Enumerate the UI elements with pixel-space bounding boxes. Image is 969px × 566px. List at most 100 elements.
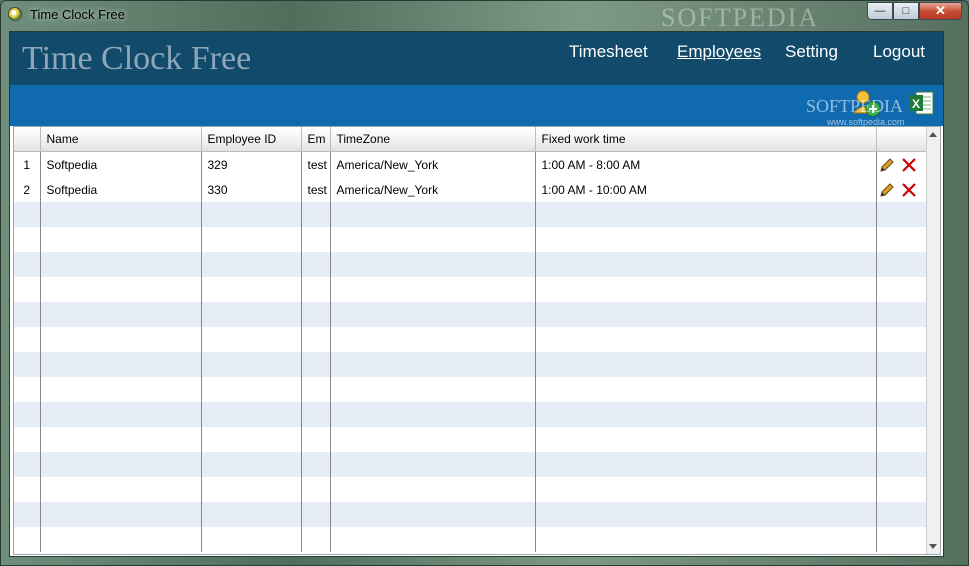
empty-cell — [14, 477, 41, 502]
empty-cell — [40, 402, 202, 427]
empty-cell — [40, 502, 202, 527]
empty-cell — [40, 352, 202, 377]
empty-cell — [40, 527, 202, 552]
empty-cell — [535, 527, 877, 552]
empty-cell — [40, 427, 202, 452]
empty-cell — [40, 277, 202, 302]
empty-cell — [40, 477, 202, 502]
empty-cell — [330, 277, 536, 302]
empty-cell — [301, 452, 331, 477]
edit-icon[interactable] — [879, 157, 895, 173]
maximize-icon: □ — [902, 5, 910, 17]
empty-cell — [301, 327, 331, 352]
empty-cell — [301, 277, 331, 302]
empty-cell — [330, 527, 536, 552]
empty-row — [14, 477, 940, 502]
export-excel-button[interactable]: X — [907, 89, 935, 117]
delete-icon[interactable] — [901, 182, 917, 198]
col-em-header[interactable]: Em — [301, 127, 331, 152]
empty-cell — [330, 377, 536, 402]
close-button[interactable]: ✕ — [919, 2, 962, 20]
empty-cell — [330, 302, 536, 327]
empty-cell — [40, 252, 202, 277]
table-row[interactable]: 1 Softpedia 329 test America/New_York 1:… — [14, 151, 940, 177]
app-header: Time Clock Free Timesheet Employees Sett… — [10, 32, 943, 85]
scroll-down-icon[interactable] — [929, 544, 937, 549]
empty-cell — [201, 502, 302, 527]
empty-cell — [535, 402, 877, 427]
empty-cell — [330, 452, 536, 477]
empty-row — [14, 502, 940, 527]
watermark-url: www.softpedia.com — [827, 117, 905, 127]
empty-cell — [330, 252, 536, 277]
empty-cell — [14, 502, 41, 527]
minimize-icon: — — [874, 5, 886, 17]
nav-logout[interactable]: Logout — [873, 42, 925, 62]
maximize-button[interactable]: □ — [893, 2, 919, 20]
nav-setting[interactable]: Setting — [785, 42, 838, 62]
empty-cell — [14, 202, 41, 227]
empty-cell — [330, 327, 536, 352]
client-area: Time Clock Free Timesheet Employees Sett… — [9, 31, 944, 557]
col-fixed-time-header[interactable]: Fixed work time — [535, 127, 877, 152]
empty-cell — [535, 277, 877, 302]
title-bar[interactable]: Time Clock Free SOFTPEDIA — □ ✕ — [1, 1, 968, 32]
empty-cell — [14, 277, 41, 302]
cell-timezone: America/New_York — [330, 177, 536, 202]
empty-cell — [40, 302, 202, 327]
empty-cell — [535, 502, 877, 527]
empty-cell — [201, 427, 302, 452]
empty-cell — [14, 377, 41, 402]
empty-cell — [535, 327, 877, 352]
empty-cell — [201, 252, 302, 277]
empty-row — [14, 327, 940, 352]
cell-em: test — [301, 177, 331, 202]
empty-cell — [330, 202, 536, 227]
empty-row — [14, 302, 940, 327]
empty-cell — [201, 227, 302, 252]
empty-cell — [14, 327, 41, 352]
empty-row — [14, 402, 940, 427]
scroll-up-icon[interactable] — [929, 132, 937, 137]
empty-cell — [301, 252, 331, 277]
excel-export-icon: X — [909, 91, 934, 115]
empty-cell — [40, 377, 202, 402]
minimize-button[interactable]: — — [867, 2, 893, 20]
window-title: Time Clock Free — [30, 7, 125, 22]
cell-name: Softpedia — [40, 177, 202, 202]
vertical-scrollbar[interactable] — [926, 127, 940, 554]
watermark-small: SOFTPEDIA — [806, 96, 904, 116]
empty-cell — [330, 427, 536, 452]
col-index-header[interactable] — [14, 127, 41, 152]
empty-cell — [14, 302, 41, 327]
cell-name: Softpedia — [40, 151, 202, 177]
col-name-header[interactable]: Name — [40, 127, 202, 152]
empty-cell — [330, 502, 536, 527]
empty-cell — [14, 427, 41, 452]
empty-cell — [14, 252, 41, 277]
cell-timezone: America/New_York — [330, 151, 536, 177]
empty-cell — [40, 202, 202, 227]
empty-cell — [330, 227, 536, 252]
nav-timesheet[interactable]: Timesheet — [569, 42, 648, 62]
clock-app-icon — [8, 7, 22, 21]
empty-cell — [330, 352, 536, 377]
col-employee-id-header[interactable]: Employee ID — [201, 127, 302, 152]
nav-employees[interactable]: Employees — [677, 42, 761, 62]
delete-icon[interactable] — [901, 157, 917, 173]
brand-title: Time Clock Free — [22, 40, 252, 77]
col-timezone-header[interactable]: TimeZone — [330, 127, 536, 152]
empty-cell — [14, 227, 41, 252]
empty-cell — [301, 527, 331, 552]
empty-cell — [301, 202, 331, 227]
empty-cell — [535, 352, 877, 377]
empty-cell — [40, 452, 202, 477]
empty-cell — [201, 477, 302, 502]
edit-icon[interactable] — [879, 182, 895, 198]
empty-cell — [330, 402, 536, 427]
svg-text:X: X — [912, 97, 920, 111]
empty-cell — [535, 252, 877, 277]
table-row[interactable]: 2 Softpedia 330 test America/New_York 1:… — [14, 177, 940, 202]
empty-cell — [535, 477, 877, 502]
cell-fixed-time: 1:00 AM - 8:00 AM — [535, 151, 877, 177]
